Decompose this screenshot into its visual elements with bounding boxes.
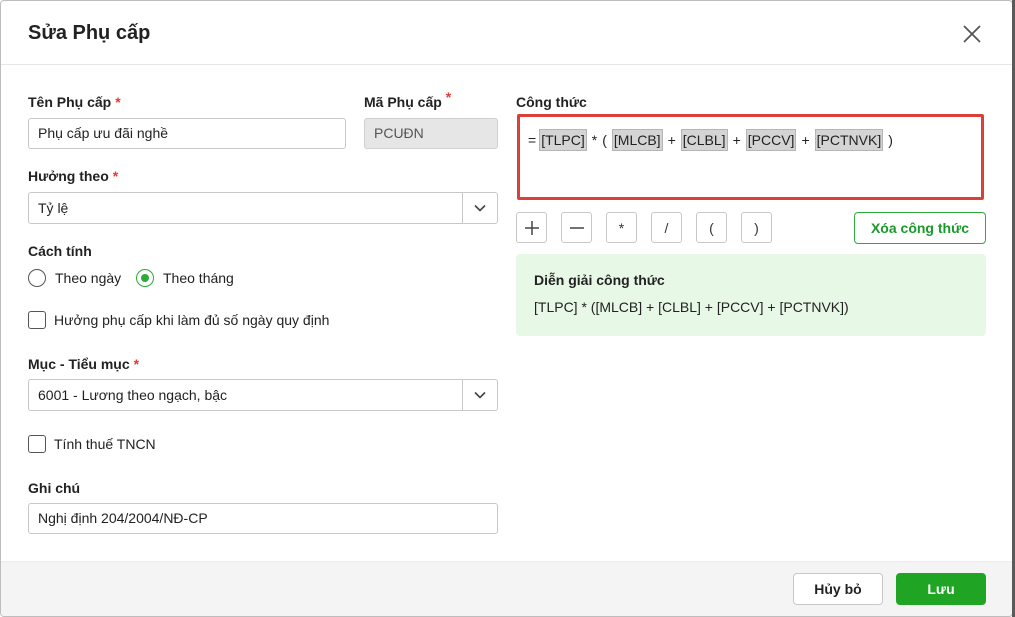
multiply-button[interactable]: * bbox=[606, 212, 637, 243]
required-mark: * bbox=[115, 94, 121, 110]
basis-label: Hưởng theo * bbox=[28, 168, 118, 184]
formula-token[interactable]: [PCCV] bbox=[745, 129, 797, 151]
item-dropdown-toggle[interactable] bbox=[462, 380, 497, 410]
basis-label-text: Hưởng theo bbox=[28, 168, 109, 184]
full-days-checkbox[interactable]: Hưởng phụ cấp khi làm đủ số ngày quy địn… bbox=[28, 311, 329, 329]
tax-label: Tính thuế TNCN bbox=[54, 436, 156, 452]
dialog-header: Sửa Phụ cấp bbox=[1, 1, 1012, 65]
item-select-value: 6001 - Lương theo ngạch, bậc bbox=[38, 387, 228, 403]
required-mark: * bbox=[133, 356, 140, 372]
code-input: PCUĐN bbox=[364, 118, 498, 149]
formula-editor[interactable]: = [TLPC] * ( [MLCB] + [CLBL] + [PCCV] + … bbox=[517, 114, 984, 200]
save-button[interactable]: Lưu bbox=[896, 573, 986, 605]
formula-operator: * bbox=[591, 132, 598, 148]
item-select[interactable]: 6001 - Lương theo ngạch, bậc bbox=[28, 379, 498, 411]
formula-token[interactable]: [TLPC] bbox=[539, 129, 587, 151]
edit-allowance-dialog: Sửa Phụ cấp Tên Phụ cấp * Phụ cấp ưu đãi … bbox=[0, 0, 1013, 617]
plus-icon bbox=[524, 220, 539, 235]
checkbox-box bbox=[28, 435, 46, 453]
code-label: Mã Phụ cấp * bbox=[364, 89, 451, 110]
divide-button[interactable]: / bbox=[651, 212, 682, 243]
dialog-title: Sửa Phụ cấp bbox=[28, 22, 151, 44]
radio-by-month[interactable]: Theo tháng bbox=[136, 269, 234, 287]
radio-by-day-label: Theo ngày bbox=[55, 270, 122, 286]
clear-formula-button[interactable]: Xóa công thức bbox=[854, 212, 986, 244]
close-paren-button[interactable]: ) bbox=[741, 212, 772, 243]
basis-select[interactable]: Tỷ lệ bbox=[28, 192, 498, 224]
formula-expression: = [TLPC] * ( [MLCB] + [CLBL] + [PCCV] + … bbox=[528, 129, 898, 151]
radio-by-month-label: Theo tháng bbox=[163, 270, 234, 286]
radio-by-day[interactable]: Theo ngày bbox=[28, 269, 121, 287]
formula-operator: ) bbox=[888, 132, 893, 148]
item-label: Mục - Tiểu mục * bbox=[28, 356, 139, 372]
formula-label: Công thức bbox=[516, 94, 587, 110]
plus-button[interactable] bbox=[516, 212, 547, 243]
code-label-text: Mã Phụ cấp bbox=[364, 94, 442, 110]
formula-token[interactable]: [MLCB] bbox=[611, 129, 663, 151]
close-icon bbox=[963, 25, 981, 43]
radio-circle-selected bbox=[136, 269, 154, 287]
basis-dropdown-toggle[interactable] bbox=[462, 193, 497, 223]
open-paren-button[interactable]: ( bbox=[696, 212, 727, 243]
name-label: Tên Phụ cấp * bbox=[28, 94, 121, 110]
item-label-text: Mục - Tiểu mục bbox=[28, 356, 130, 372]
note-input[interactable]: Nghị định 204/2004/NĐ-CP bbox=[28, 503, 498, 534]
dialog-footer: Hủy bỏ Lưu bbox=[1, 561, 1012, 616]
radio-circle bbox=[28, 269, 46, 287]
name-label-text: Tên Phụ cấp bbox=[28, 94, 112, 110]
basis-select-value: Tỷ lệ bbox=[38, 200, 69, 216]
minus-button[interactable] bbox=[561, 212, 592, 243]
full-days-label: Hưởng phụ cấp khi làm đủ số ngày quy địn… bbox=[54, 312, 330, 328]
formula-operator: ( bbox=[602, 132, 607, 148]
formula-operator: + bbox=[667, 132, 676, 148]
formula-explanation-text: [TLPC] * ([MLCB] + [CLBL] + [PCCV] + [PC… bbox=[534, 299, 849, 315]
required-mark: * bbox=[112, 168, 119, 184]
close-button[interactable] bbox=[959, 21, 985, 47]
name-input[interactable]: Phụ cấp ưu đãi nghề bbox=[28, 118, 346, 149]
formula-operator: + bbox=[801, 132, 810, 148]
note-label: Ghi chú bbox=[28, 480, 81, 496]
cancel-button[interactable]: Hủy bỏ bbox=[793, 573, 883, 605]
calc-label: Cách tính bbox=[28, 243, 92, 259]
checkbox-box bbox=[28, 311, 46, 329]
chevron-down-icon bbox=[474, 204, 486, 212]
required-mark: * bbox=[445, 89, 452, 105]
formula-equals: = bbox=[528, 132, 537, 148]
formula-operator: + bbox=[732, 132, 741, 148]
formula-token[interactable]: [PCTNVK] bbox=[814, 129, 884, 151]
formula-token[interactable]: [CLBL] bbox=[680, 129, 728, 151]
formula-explanation-title: Diễn giải công thức bbox=[534, 272, 665, 288]
tax-checkbox[interactable]: Tính thuế TNCN bbox=[28, 435, 156, 453]
minus-icon bbox=[569, 226, 584, 229]
formula-explanation-panel: Diễn giải công thức [TLPC] * ([MLCB] + [… bbox=[516, 254, 986, 336]
chevron-down-icon bbox=[474, 391, 486, 399]
